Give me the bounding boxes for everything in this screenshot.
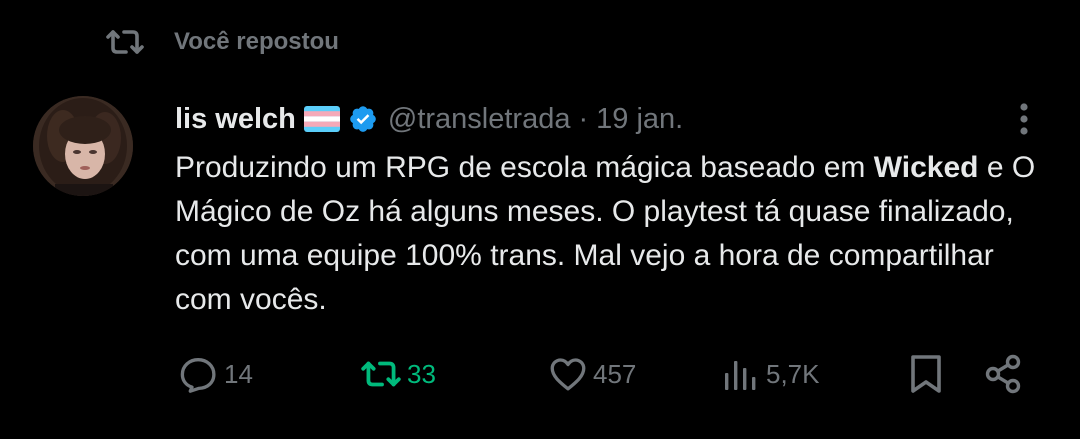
repost-count: 33 bbox=[407, 358, 436, 389]
author-handle[interactable]: @transletrada bbox=[388, 103, 571, 136]
share-button[interactable] bbox=[984, 350, 1024, 398]
tweet-header: lis welch @transletrada · 19 jan. bbox=[175, 96, 683, 142]
verified-badge-icon[interactable] bbox=[348, 104, 378, 134]
action-bar: 14 33 457 5,7K bbox=[0, 350, 1080, 398]
tweet-text: Produzindo um RPG de escola mágica basea… bbox=[175, 146, 1055, 322]
reply-count: 14 bbox=[224, 358, 253, 389]
like-count: 457 bbox=[593, 358, 637, 389]
bookmark-button[interactable] bbox=[908, 350, 944, 398]
more-options-icon[interactable] bbox=[1010, 100, 1038, 140]
tweet-text-part1: Produzindo um RPG de escola mágica basea… bbox=[175, 151, 874, 184]
reply-icon bbox=[178, 353, 220, 395]
share-icon bbox=[984, 353, 1024, 395]
transgender-flag-icon bbox=[303, 106, 340, 132]
heart-icon bbox=[547, 353, 589, 395]
author-display-name[interactable]: lis welch bbox=[175, 103, 296, 136]
header-separator: · bbox=[578, 102, 589, 135]
views-button[interactable]: 5,7K bbox=[724, 350, 820, 398]
views-count: 5,7K bbox=[766, 358, 820, 389]
repost-label: Você repostou bbox=[174, 28, 339, 55]
reply-button[interactable]: 14 bbox=[178, 350, 253, 398]
like-button[interactable]: 457 bbox=[547, 350, 636, 398]
repost-banner: Você repostou bbox=[104, 22, 339, 62]
repost-icon bbox=[104, 26, 146, 58]
tweet-text-bold: Wicked bbox=[873, 151, 979, 184]
bookmark-icon bbox=[908, 353, 944, 395]
tweet-date[interactable]: 19 jan. bbox=[596, 103, 683, 136]
repost-action-icon bbox=[359, 357, 403, 391]
views-icon bbox=[724, 353, 762, 395]
avatar[interactable] bbox=[33, 96, 133, 196]
repost-button[interactable]: 33 bbox=[359, 350, 436, 398]
